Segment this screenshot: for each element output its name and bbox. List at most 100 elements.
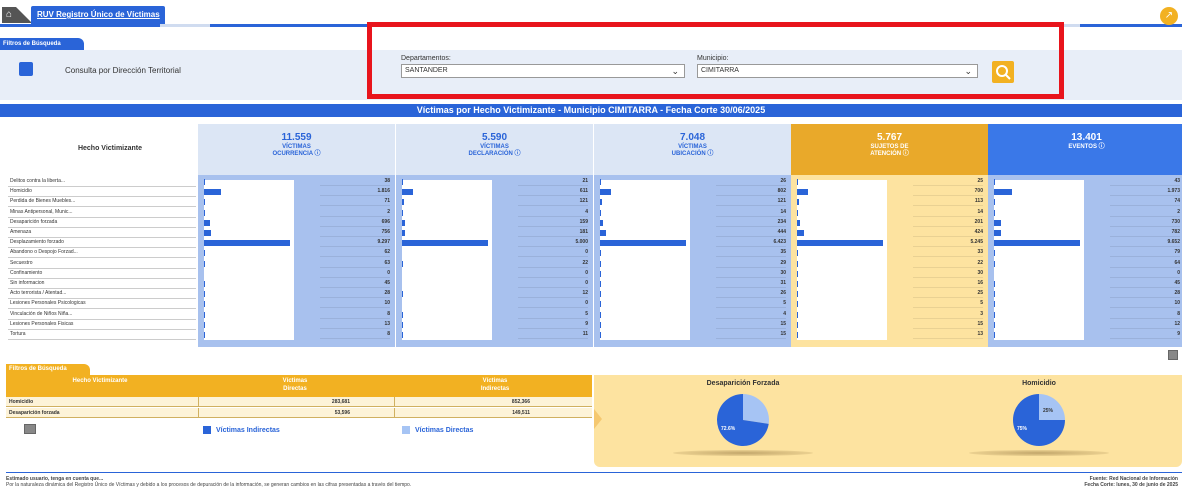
- column-sublabel[interactable]: OCURRENCIA ⓘ: [198, 151, 395, 158]
- home-icon[interactable]: ⌂: [2, 7, 16, 23]
- bar[interactable]: [402, 260, 403, 267]
- bar[interactable]: [797, 332, 798, 338]
- hecho-row-label[interactable]: Secuestro: [8, 259, 196, 269]
- bar[interactable]: [600, 209, 601, 216]
- bar[interactable]: [797, 250, 798, 257]
- bar[interactable]: [994, 260, 995, 267]
- bar[interactable]: [994, 219, 1001, 226]
- bar[interactable]: [994, 230, 1001, 236]
- hecho-row-label[interactable]: Abandono o Despojo Forzad...: [8, 248, 196, 259]
- bar[interactable]: [204, 219, 211, 226]
- bar[interactable]: [994, 301, 995, 308]
- excel-export-icon[interactable]: [1168, 350, 1178, 360]
- hecho-row-label[interactable]: Acto terrorista / Atentad...: [8, 289, 196, 300]
- bar[interactable]: [600, 189, 611, 196]
- bar[interactable]: [797, 230, 804, 236]
- bar[interactable]: [797, 291, 798, 298]
- bar[interactable]: [402, 199, 405, 206]
- bar[interactable]: [994, 189, 1012, 196]
- hecho-row-label[interactable]: Perdida de Bienes Muebles...: [8, 197, 196, 208]
- bar[interactable]: [204, 281, 205, 287]
- popout-icon[interactable]: ↗: [1160, 7, 1178, 25]
- column-sublabel[interactable]: DECLARACIÓN ⓘ: [396, 151, 593, 158]
- hecho-row-label[interactable]: Sin informacion: [8, 279, 196, 289]
- hecho-row-label[interactable]: Minas Antipersonal, Munic...: [8, 208, 196, 218]
- hecho-row-label[interactable]: Desplazamiento forzado: [8, 238, 196, 249]
- bar[interactable]: [402, 189, 413, 196]
- bar[interactable]: [402, 219, 405, 226]
- bar[interactable]: [797, 240, 883, 247]
- bar[interactable]: [204, 189, 221, 196]
- bar[interactable]: [204, 199, 205, 206]
- bar[interactable]: [994, 209, 995, 216]
- bar[interactable]: [797, 281, 798, 287]
- bar[interactable]: [994, 321, 995, 328]
- bar[interactable]: [600, 179, 601, 185]
- bar[interactable]: [600, 230, 606, 236]
- bar[interactable]: [600, 321, 601, 328]
- bar[interactable]: [204, 332, 205, 338]
- bar[interactable]: [204, 179, 205, 185]
- bar[interactable]: [402, 321, 403, 328]
- bar[interactable]: [600, 219, 604, 226]
- bar[interactable]: [797, 270, 798, 277]
- bar[interactable]: [994, 179, 995, 185]
- bar[interactable]: [204, 291, 205, 298]
- hecho-row-label[interactable]: Amenaza: [8, 228, 196, 238]
- hecho-row-label[interactable]: Confinamiento: [8, 269, 196, 279]
- hecho-row-label[interactable]: Lesiones Personales Psicologicas: [8, 299, 196, 310]
- bar[interactable]: [204, 240, 290, 247]
- bar[interactable]: [402, 230, 406, 236]
- bar[interactable]: [600, 301, 601, 308]
- column-sublabel[interactable]: ATENCIÓN ⓘ: [791, 151, 988, 158]
- bar[interactable]: [797, 189, 809, 196]
- bar[interactable]: [797, 199, 799, 206]
- bar[interactable]: [994, 250, 995, 257]
- bar[interactable]: [600, 250, 601, 257]
- pie-slice[interactable]: [743, 394, 769, 424]
- bar[interactable]: [797, 179, 798, 185]
- bar[interactable]: [797, 260, 798, 267]
- bar[interactable]: [204, 301, 205, 308]
- bar[interactable]: [600, 311, 601, 318]
- bar[interactable]: [402, 291, 403, 298]
- bar[interactable]: [600, 291, 601, 298]
- hecho-row-label[interactable]: Delitos contra la liberta...: [8, 177, 196, 187]
- report-tab[interactable]: RUV Registro Único de Víctimas ▾: [31, 6, 165, 37]
- bar[interactable]: [402, 240, 488, 247]
- bar[interactable]: [600, 240, 686, 247]
- bar[interactable]: [402, 179, 403, 185]
- bar[interactable]: [797, 321, 798, 328]
- bar[interactable]: [402, 209, 403, 216]
- bar[interactable]: [204, 311, 205, 318]
- bar[interactable]: [204, 230, 211, 236]
- bar[interactable]: [797, 219, 801, 226]
- hecho-row-label[interactable]: Tortura: [8, 330, 196, 340]
- bar[interactable]: [994, 291, 995, 298]
- pie-slice[interactable]: [1039, 394, 1065, 420]
- bar[interactable]: [204, 321, 205, 328]
- hecho-row-label[interactable]: Homicidio: [8, 187, 196, 198]
- territorial-checkbox[interactable]: [19, 62, 33, 76]
- bar[interactable]: [994, 311, 995, 318]
- bar[interactable]: [600, 270, 601, 277]
- bar[interactable]: [600, 281, 601, 287]
- bar[interactable]: [797, 311, 798, 318]
- column-sublabel[interactable]: UBICACIÓN ⓘ: [594, 151, 791, 158]
- hecho-row-label[interactable]: Desaparición forzada: [8, 218, 196, 228]
- bar[interactable]: [994, 281, 995, 287]
- hecho-row-label[interactable]: Vinculación de Niños Niña...: [8, 310, 196, 320]
- bar[interactable]: [402, 311, 403, 318]
- bar[interactable]: [797, 301, 798, 308]
- bar[interactable]: [402, 332, 403, 338]
- bar[interactable]: [204, 260, 205, 267]
- excel-export-icon[interactable]: [24, 424, 36, 434]
- bar[interactable]: [204, 209, 205, 216]
- bar[interactable]: [797, 209, 798, 216]
- bar[interactable]: [600, 199, 602, 206]
- bar[interactable]: [600, 332, 601, 338]
- bar[interactable]: [994, 332, 995, 338]
- bar[interactable]: [204, 250, 205, 257]
- hecho-row-label[interactable]: Lesiones Personales Fisicas: [8, 320, 196, 330]
- bar[interactable]: [994, 199, 995, 206]
